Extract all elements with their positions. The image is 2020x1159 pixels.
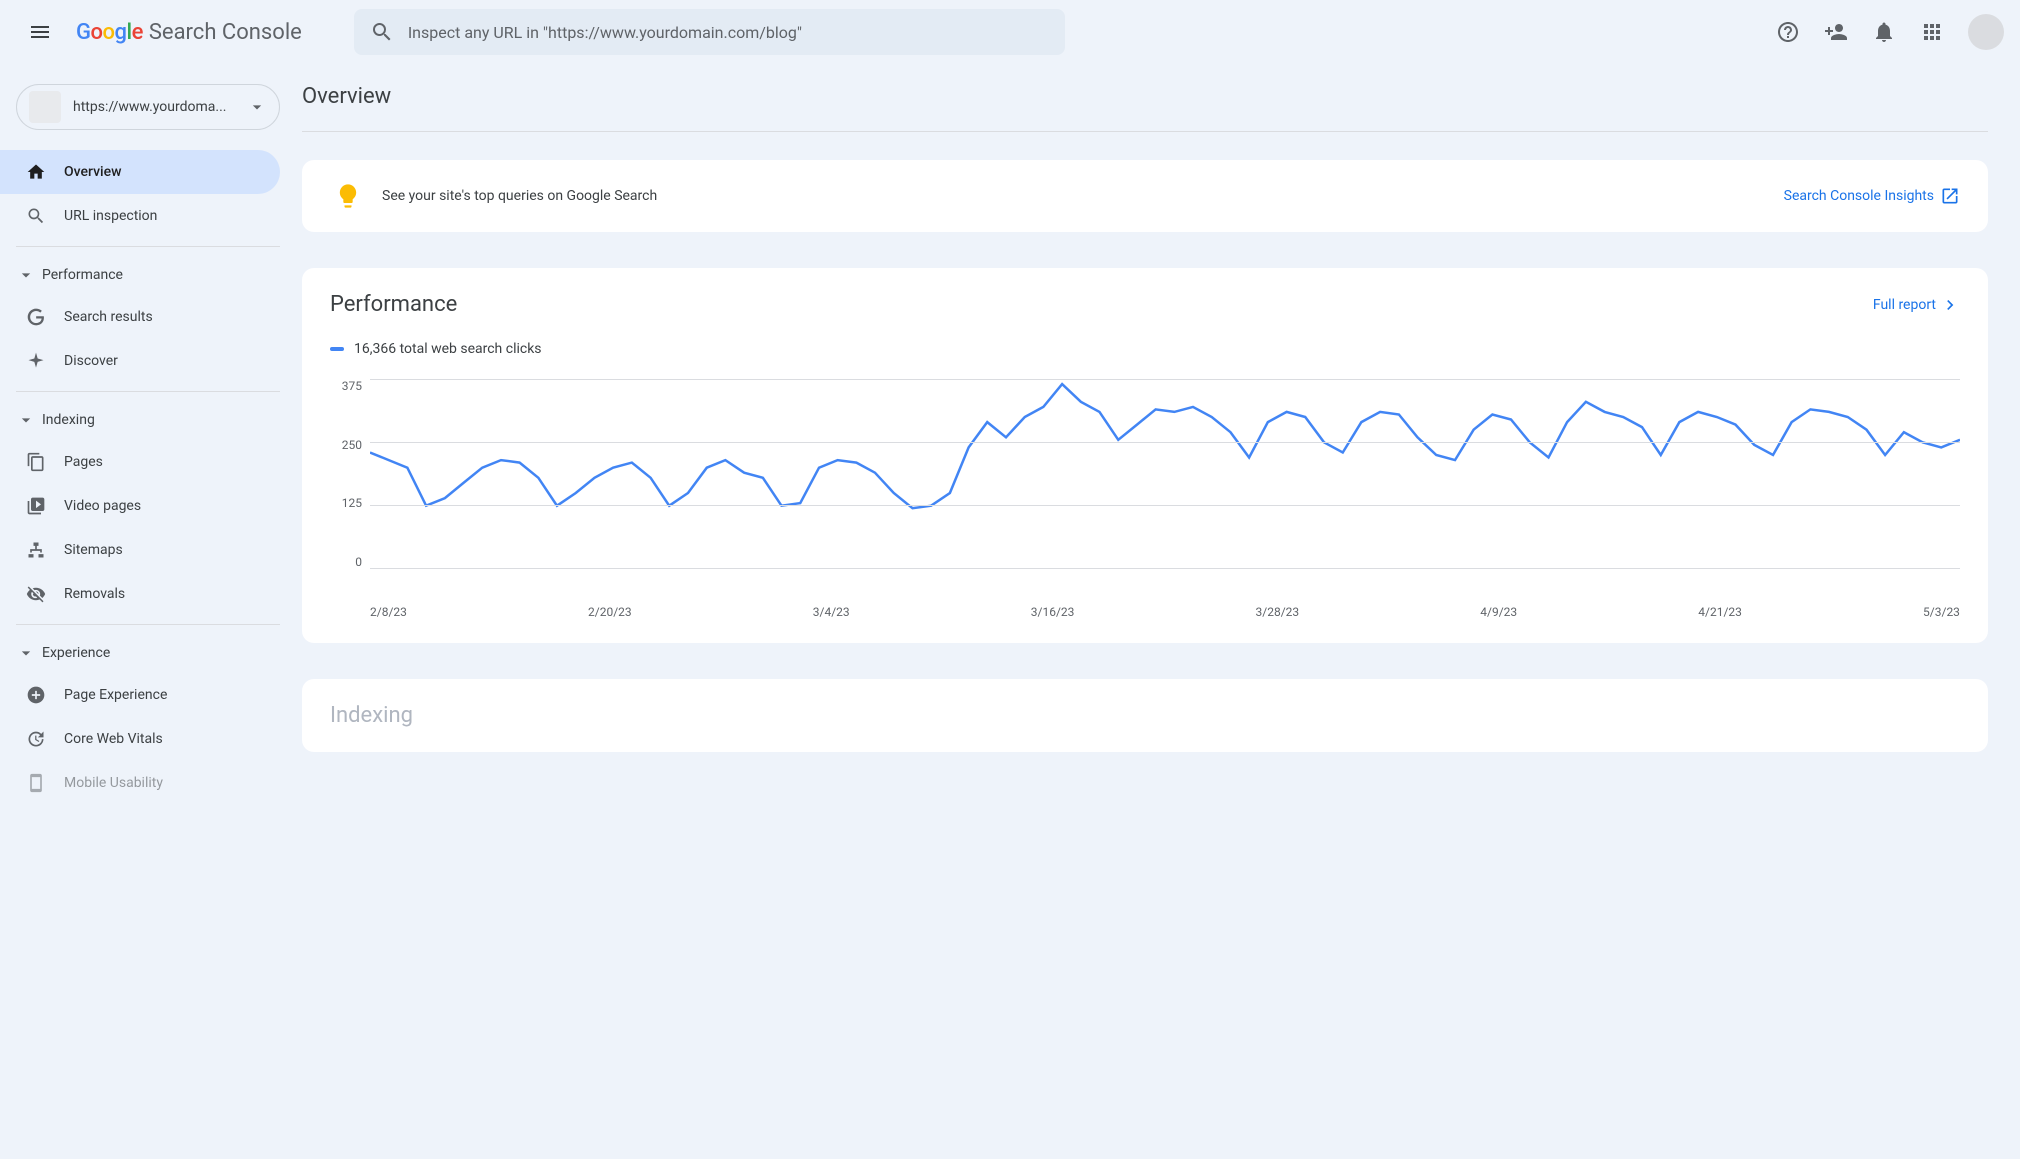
insights-text: See your site's top queries on Google Se… [382,188,1784,204]
nav-label: Core Web Vitals [64,731,163,747]
logo[interactable]: Google Search Console [76,20,302,45]
property-selector[interactable]: https://www.yourdoma... [16,84,280,130]
x-tick: 2/20/23 [588,605,632,619]
menu-button[interactable] [16,8,64,56]
sidebar-item-url-inspection[interactable]: URL inspection [0,194,280,238]
nav-label: Video pages [64,498,141,514]
chart-line [370,379,1960,569]
chevron-right-icon [1940,295,1960,315]
x-tick: 3/16/23 [1031,605,1075,619]
sidebar-item-video-pages[interactable]: Video pages [0,484,280,528]
x-tick: 5/3/23 [1923,605,1960,619]
menu-icon [28,20,52,44]
apps-button[interactable] [1912,12,1952,52]
bell-icon [1872,20,1896,44]
nav-label: Mobile Usability [64,775,163,791]
section-label: Performance [42,267,123,283]
main-content: Overview See your site's top queries on … [296,64,2020,1159]
sidebar-item-overview[interactable]: Overview [0,150,280,194]
discover-icon [26,351,46,371]
nav-label: Removals [64,586,125,602]
page-experience-icon [26,685,46,705]
google-g-icon [26,307,46,327]
performance-card: Performance Full report 16,366 total web… [302,268,1988,643]
x-tick: 3/28/23 [1256,605,1300,619]
insights-link[interactable]: Search Console Insights [1784,186,1960,206]
x-tick: 4/21/23 [1698,605,1742,619]
indexing-title: Indexing [302,679,1988,752]
help-button[interactable] [1768,12,1808,52]
nav-label: Pages [64,454,103,470]
y-axis: 375 250 125 0 [330,379,370,569]
performance-chart: 375 250 125 0 [330,379,1960,599]
x-tick: 4/9/23 [1480,605,1517,619]
link-label: Search Console Insights [1784,188,1934,204]
x-tick: 2/8/23 [370,605,407,619]
nav-label: URL inspection [64,208,157,224]
google-logo: Google [76,20,143,45]
visibility-off-icon [26,584,46,604]
chevron-down-icon [16,265,36,285]
full-report-link[interactable]: Full report [1873,295,1960,315]
nav-label: Discover [64,353,118,369]
search-icon [26,206,46,226]
sidebar-item-sitemaps[interactable]: Sitemaps [0,528,280,572]
sidebar-item-removals[interactable]: Removals [0,572,280,616]
search-icon [370,20,394,44]
legend-label: 16,366 total web search clicks [354,341,542,357]
y-tick: 250 [342,438,362,452]
sidebar-item-page-experience[interactable]: Page Experience [0,673,280,717]
nav-label: Page Experience [64,687,167,703]
lightbulb-icon [330,178,366,214]
users-button[interactable] [1816,12,1856,52]
sidebar-item-mobile-usability[interactable]: Mobile Usability [0,761,280,805]
apps-grid-icon [1920,20,1944,44]
nav-label: Sitemaps [64,542,123,558]
x-axis: 2/8/23 2/20/23 3/4/23 3/16/23 3/28/23 4/… [370,605,1960,619]
section-indexing[interactable]: Indexing [0,400,296,440]
video-icon [26,496,46,516]
account-avatar[interactable] [1968,14,2004,50]
sidebar-item-core-web-vitals[interactable]: Core Web Vitals [0,717,280,761]
nav-label: Search results [64,309,153,325]
insights-card: See your site's top queries on Google Se… [302,160,1988,232]
x-tick: 3/4/23 [813,605,850,619]
chevron-down-icon [16,643,36,663]
section-label: Indexing [42,412,95,428]
chart-legend: 16,366 total web search clicks [330,341,1960,357]
legend-swatch [330,347,344,351]
nav-label: Overview [64,164,121,180]
y-tick: 0 [355,555,362,569]
mobile-icon [26,773,46,793]
sidebar-item-search-results[interactable]: Search results [0,295,280,339]
page-title: Overview [302,84,1988,132]
sidebar: https://www.yourdoma... Overview URL ins… [0,64,296,1159]
sidebar-item-pages[interactable]: Pages [0,440,280,484]
section-experience[interactable]: Experience [0,633,296,673]
link-label: Full report [1873,297,1936,313]
section-performance[interactable]: Performance [0,255,296,295]
y-tick: 375 [342,379,362,393]
page-icon [26,452,46,472]
property-url: https://www.yourdoma... [73,99,247,115]
person-add-icon [1824,20,1848,44]
chevron-down-icon [16,410,36,430]
chevron-down-icon [247,97,267,117]
url-inspect-search[interactable] [354,9,1065,55]
sitemap-icon [26,540,46,560]
product-name: Search Console [149,20,302,45]
notifications-button[interactable] [1864,12,1904,52]
vitals-icon [26,729,46,749]
home-icon [26,162,46,182]
open-in-new-icon [1940,186,1960,206]
performance-title: Performance [330,292,457,317]
property-favicon [29,91,61,123]
y-tick: 125 [342,496,362,510]
url-inspect-input[interactable] [408,23,1049,42]
sidebar-item-discover[interactable]: Discover [0,339,280,383]
section-label: Experience [42,645,110,661]
indexing-card: Indexing [302,679,1988,752]
help-icon [1776,20,1800,44]
header: Google Search Console [0,0,2020,64]
